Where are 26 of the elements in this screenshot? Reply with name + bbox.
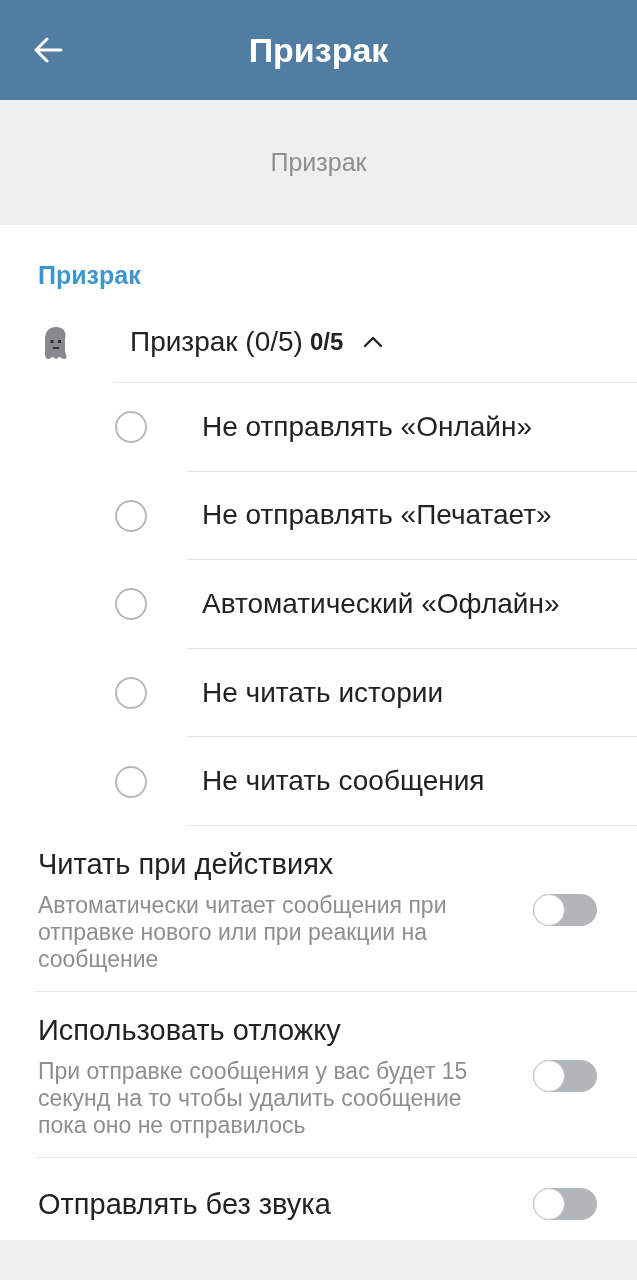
setting-title: Читать при действиях bbox=[38, 846, 335, 881]
empty-circle[interactable] bbox=[115, 499, 147, 532]
back-arrow-icon bbox=[33, 37, 63, 63]
screen-title: Призрак bbox=[248, 30, 389, 70]
empty-circle[interactable] bbox=[115, 411, 147, 444]
option-label[interactable]: Не отправлять «Онлайн» bbox=[202, 410, 532, 443]
group-label: Призрак (0/5) bbox=[130, 326, 303, 358]
setting-description: Автоматически читает сообщения при отправке нового или при реакции на сообщение bbox=[38, 891, 448, 973]
option-label[interactable]: Не читать истории bbox=[202, 676, 444, 709]
info-text: Призрак bbox=[270, 148, 367, 177]
option-label[interactable]: Не читать сообщения bbox=[202, 765, 485, 798]
setting-title: Отправлять без звука bbox=[38, 1186, 332, 1221]
toggle-switch[interactable] bbox=[533, 1059, 597, 1092]
empty-circle[interactable] bbox=[115, 588, 147, 621]
option-label[interactable]: Не отправлять «Печатает» bbox=[202, 499, 552, 532]
section-header: Призрак bbox=[38, 260, 142, 291]
back-button[interactable] bbox=[33, 37, 63, 63]
empty-circle[interactable] bbox=[115, 677, 147, 710]
option-label[interactable]: Автоматический «Офлайн» bbox=[202, 588, 560, 620]
expand-group-row[interactable]: Призрак (0/5) 0/5 bbox=[113, 302, 637, 383]
selected-count: 0/5 bbox=[309, 328, 344, 356]
empty-circle[interactable] bbox=[115, 765, 147, 798]
setting-title: Использовать отложку bbox=[38, 1012, 342, 1047]
toggle-switch[interactable] bbox=[533, 1187, 597, 1220]
setting-description: При отправке сообщения у вас будет 15 секунд на то чтобы удалить сообщение пока оно не отправилось bbox=[38, 1057, 469, 1139]
toggle-switch[interactable] bbox=[533, 893, 597, 926]
